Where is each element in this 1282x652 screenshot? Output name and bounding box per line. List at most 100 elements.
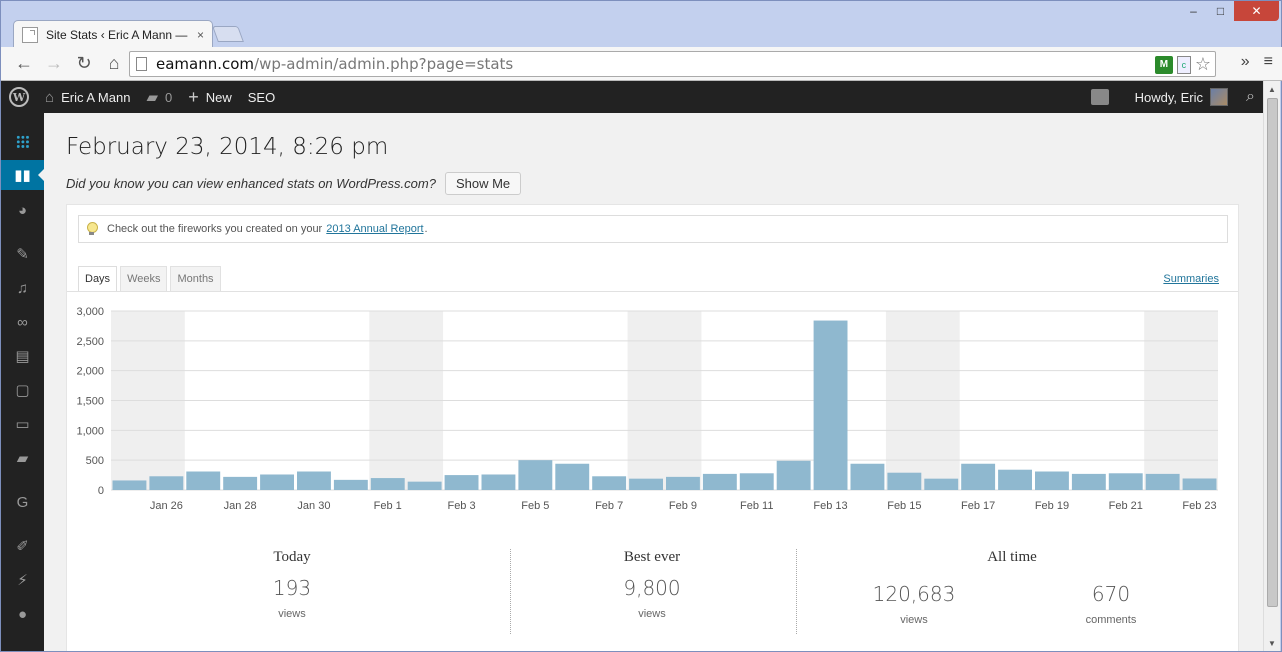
menu-icon[interactable]: ≡ — [1264, 53, 1273, 71]
lightbulb-icon — [85, 221, 99, 237]
x-tick-label: Jan 26 — [150, 500, 183, 512]
y-tick-label: 0 — [98, 485, 104, 497]
bar — [739, 473, 774, 490]
page-viewport: W ⌂ Eric A Mann ▰ 0 + New SEO Howdy, Eri… — [1, 81, 1263, 651]
stat-best-heading: Best ever — [623, 549, 681, 565]
stats-divider — [510, 549, 511, 634]
extension-doc-icon[interactable]: c — [1176, 55, 1191, 74]
sidebar-feedback-icon[interactable]: ▤ — [1, 341, 44, 371]
stat-all-time-heading: All time — [987, 549, 1037, 565]
my-account-menu[interactable]: Howdy, Eric — [1127, 81, 1238, 113]
notice-suffix: . — [424, 223, 428, 235]
bar — [1145, 473, 1180, 490]
sidebar-pages-icon[interactable]: ▢ — [1, 375, 44, 405]
overflow-extensions-icon[interactable]: » — [1241, 53, 1250, 71]
tab-days[interactable]: Days — [78, 266, 118, 291]
seo-label: SEO — [247, 89, 276, 105]
browser-toolbar: ← → ↻ ⌂ eamann.com/wp-admin/admin.php?pa… — [1, 47, 1282, 81]
scroll-down-arrow-icon[interactable]: ▼ — [1264, 635, 1280, 651]
tab-weeks[interactable]: Weeks — [120, 266, 168, 291]
plus-icon: + — [188, 86, 199, 107]
new-content-menu[interactable]: + New — [180, 81, 240, 113]
bar — [407, 481, 442, 490]
period-tabs: Days Weeks Months — [78, 266, 221, 291]
bar — [444, 475, 479, 490]
bar — [702, 473, 737, 490]
sidebar-plugins-icon[interactable]: ⚡ — [1, 565, 44, 595]
y-tick-label: 1,500 — [76, 396, 104, 408]
notification-icon[interactable] — [1090, 89, 1109, 105]
reload-icon[interactable]: ↻ — [69, 50, 99, 78]
x-tick-label: Feb 17 — [961, 500, 995, 512]
address-bar[interactable]: eamann.com/wp-admin/admin.php?page=stats… — [129, 51, 1216, 77]
bar — [961, 463, 996, 490]
sidebar-links-icon[interactable]: ∞ — [1, 307, 44, 337]
site-name-menu[interactable]: ⌂ Eric A Mann — [37, 81, 138, 113]
vertical-scrollbar[interactable]: ▲ ▼ — [1263, 81, 1280, 651]
forward-icon[interactable]: → — [39, 50, 69, 78]
sidebar-dashboard-icon[interactable] — [1, 127, 44, 157]
bar — [333, 479, 368, 490]
back-icon[interactable]: ← — [9, 50, 39, 78]
new-tab-button[interactable] — [212, 26, 244, 42]
x-tick-label: Feb 15 — [887, 500, 921, 512]
search-icon: ⌕ — [1246, 88, 1255, 105]
annual-report-link[interactable]: 2013 Annual Report — [326, 223, 423, 235]
enhanced-stats-promo: Did you know you can view enhanced stats… — [66, 172, 522, 195]
x-tick-label: Feb 7 — [595, 500, 623, 512]
sidebar-comments-icon[interactable]: ▰ — [1, 443, 44, 473]
stat-today-heading: Today — [273, 549, 311, 565]
sidebar-media-icon[interactable]: ♫ — [1, 273, 44, 303]
tab-months[interactable]: Months — [170, 266, 221, 291]
stat-today-unit: views — [278, 608, 306, 620]
extension-m-icon[interactable]: M — [1154, 55, 1173, 74]
x-tick-label: Feb 5 — [521, 500, 549, 512]
show-me-button[interactable]: Show Me — [444, 172, 522, 195]
bar — [629, 478, 663, 490]
y-tick-label: 500 — [86, 455, 104, 467]
minimize-button[interactable]: – — [1180, 1, 1207, 21]
y-tick-label: 2,000 — [76, 366, 104, 378]
scroll-thumb[interactable] — [1267, 98, 1278, 607]
bar — [518, 460, 553, 490]
sidebar-posts-pin-icon[interactable]: ✎ — [1, 239, 44, 269]
summaries-link[interactable]: Summaries — [1163, 273, 1219, 285]
sidebar-g-plugin-icon[interactable]: G — [1, 487, 44, 517]
stat-all-time-comments-value: 670 — [1091, 582, 1131, 606]
main-content: February 23, 2014, 8:26 pm Did you know … — [44, 113, 1263, 651]
scroll-up-arrow-icon[interactable]: ▲ — [1264, 81, 1280, 97]
close-tab-icon[interactable]: × — [197, 28, 204, 42]
home-icon: ⌂ — [45, 88, 55, 106]
stat-all-time-comments: 670 comments — [1051, 572, 1171, 651]
bar — [149, 476, 184, 490]
bar — [1108, 473, 1143, 490]
avatar — [1210, 88, 1229, 106]
y-tick-label: 2,500 — [76, 336, 104, 348]
page-title: February 23, 2014, 8:26 pm — [66, 134, 389, 160]
notice-text: Check out the fireworks you created on y… — [107, 223, 323, 235]
bookmark-star-icon[interactable]: ☆ — [1195, 54, 1211, 75]
bar — [592, 476, 627, 490]
maximize-button[interactable]: □ — [1207, 1, 1234, 21]
browser-tab[interactable]: Site Stats ‹ Eric A Mann — × — [13, 20, 213, 48]
comment-bubble-icon: ▰ — [146, 89, 158, 106]
stat-all-time-views-value: 120,683 — [872, 582, 956, 606]
bar — [1182, 478, 1217, 490]
sidebar-appearance-brush-icon[interactable]: ✐ — [1, 531, 44, 561]
sidebar-stats-icon[interactable]: ▮▮ — [1, 160, 44, 190]
stat-all-time-views: 120,683 views — [854, 572, 974, 651]
bar — [1035, 471, 1069, 490]
bar — [776, 460, 811, 490]
comments-menu[interactable]: ▰ 0 — [138, 81, 180, 113]
summary-stats: Today 193 views Best ever 9,800 views Al… — [67, 549, 1238, 644]
close-window-button[interactable]: ✕ — [1234, 1, 1279, 21]
home-icon[interactable]: ⌂ — [99, 50, 129, 78]
sidebar-palette-icon[interactable]: ◕ — [1, 195, 44, 225]
seo-menu[interactable]: SEO — [240, 81, 283, 113]
wp-logo-menu[interactable]: W — [1, 81, 37, 113]
sidebar-slides-icon[interactable]: ▭ — [1, 409, 44, 439]
search-button[interactable]: ⌕ — [1238, 81, 1263, 113]
sidebar-users-icon[interactable]: ● — [1, 599, 44, 629]
tabs-divider — [67, 291, 1238, 292]
promo-text: Did you know you can view enhanced stats… — [66, 176, 436, 191]
